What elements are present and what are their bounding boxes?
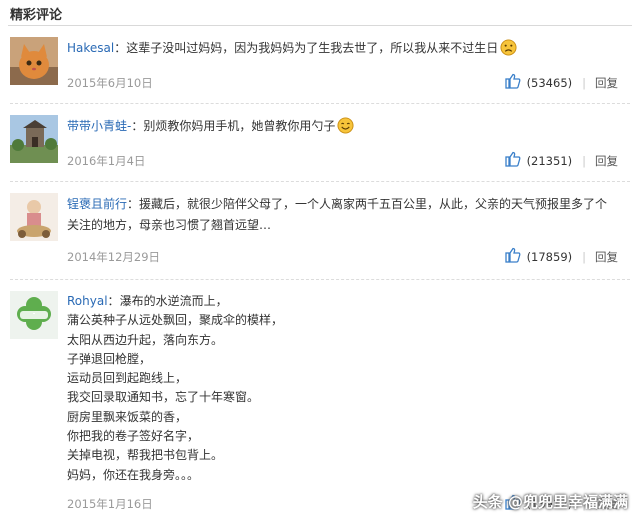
like-count: (21351) [526, 153, 573, 168]
poem-line: 我交回录取通知书，忘了十年寒窗。 [67, 390, 260, 405]
poem-line: 太阳从西边升起，落向东方。 [67, 332, 224, 347]
comment-item: Hakesal：这辈子没叫过妈妈，因为我妈妈为了生我去世了，所以我从来不过生日 … [0, 37, 640, 101]
watermark: 头条 @兜兜里幸福满满 [472, 493, 628, 511]
comment-item: 带带小青蛙-：别烦教你妈用手机，她曾教你用勺子 2016年1月4日 (21351… [0, 115, 640, 179]
username[interactable]: Hakesal [67, 41, 114, 55]
avatar[interactable] [10, 291, 58, 339]
separator: ： [114, 41, 127, 55]
comment-actions: (21351) | 回复 [504, 151, 618, 170]
comment-text: 别烦教你妈用手机，她曾教你用勺子 [143, 119, 336, 133]
comment-date: 2016年1月4日 [67, 154, 146, 168]
comment-date: 2015年6月10日 [67, 76, 153, 90]
comment-text: 这辈子没叫过妈妈，因为我妈妈为了生我去世了，所以我从来不过生日 [126, 41, 499, 55]
comment-actions: (17859) | 回复 [504, 247, 618, 266]
avatar[interactable] [10, 37, 58, 85]
poem-line: 子弹退回枪膛， [67, 351, 152, 366]
comment-body: 锃褒且前行：援藏后，就很少陪伴父母了，一个人离家两千五百公里，从此，父亲的天气预… [67, 194, 612, 236]
comment-actions: (53465) | 回复 [504, 73, 618, 92]
separator: ： [131, 119, 144, 133]
comment-item: Rohyal：瀑布的水逆流而上， 蒲公英种子从远处飘回，聚成伞的模样， 太阳从西… [0, 291, 640, 516]
reply-button[interactable]: 回复 [595, 249, 618, 265]
section-title: 精彩评论 [10, 8, 63, 23]
reply-button[interactable]: 回复 [595, 153, 618, 169]
username[interactable]: Rohyal [67, 294, 108, 308]
comment-date: 2014年12月29日 [67, 250, 161, 264]
poem-line: 关掉电视，帮我把书包背上。 [67, 448, 224, 463]
smile-face-icon [335, 117, 354, 134]
action-separator: | [582, 75, 586, 90]
comment-divider [10, 181, 630, 182]
poem-line: 蒲公英种子从远处飘回，聚成伞的模样， [67, 313, 284, 328]
poem-line: 你把我的卷子签好名字， [67, 429, 200, 444]
thumbs-up-icon[interactable] [504, 151, 527, 170]
comment-text: 援藏后，就很少陪伴父母了，一个人离家两千五百公里，从此，父亲的天气预报里多了个关… [67, 197, 608, 232]
separator: ： [127, 197, 140, 211]
sad-face-icon [498, 39, 517, 56]
action-separator: | [582, 249, 586, 264]
thumbs-up-icon[interactable] [504, 73, 527, 92]
poem-line: 运动员回到起跑线上， [67, 371, 188, 386]
comment-body: Rohyal：瀑布的水逆流而上， 蒲公英种子从远处飘回，聚成伞的模样， 太阳从西… [67, 292, 612, 485]
poem-line: 瀑布的水逆流而上， [119, 294, 228, 308]
avatar[interactable] [10, 115, 58, 163]
poem-line: 厨房里飘来饭菜的香， [67, 409, 188, 424]
comment-date: 2015年1月16日 [67, 497, 153, 511]
username[interactable]: 带带小青蛙- [67, 119, 131, 133]
username[interactable]: 锃褒且前行 [67, 197, 127, 211]
title-divider [8, 25, 632, 26]
comment-divider [10, 103, 630, 104]
avatar[interactable] [10, 193, 58, 241]
poem-line: 妈妈，你还在我身旁。。。 [67, 467, 200, 482]
reply-button[interactable]: 回复 [595, 75, 618, 91]
comment-divider [10, 279, 630, 280]
separator: ： [107, 294, 120, 308]
like-count: (17859) [526, 249, 573, 264]
action-separator: | [582, 153, 586, 168]
thumbs-up-icon[interactable] [504, 247, 527, 266]
like-count: (53465) [526, 75, 573, 90]
comment-item: 锃褒且前行：援藏后，就很少陪伴父母了，一个人离家两千五百公里，从此，父亲的天气预… [0, 193, 640, 273]
